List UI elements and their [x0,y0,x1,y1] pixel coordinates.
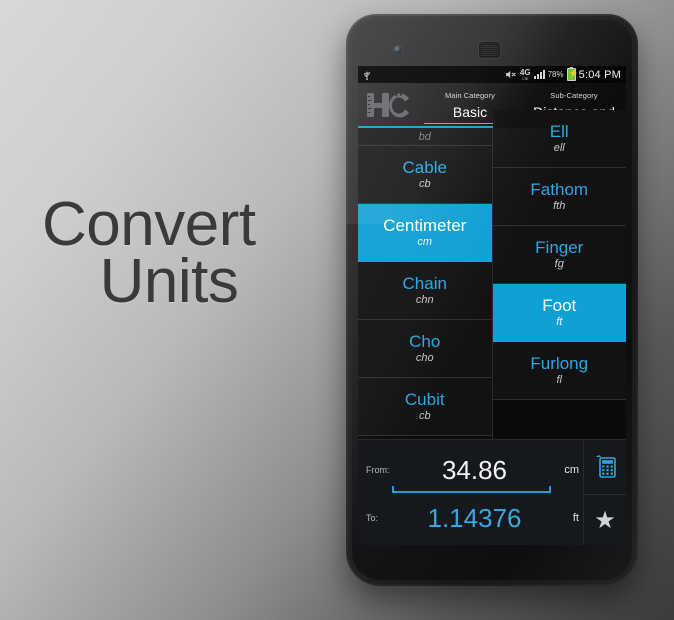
to-row: To: 1.14376 ft [358,494,583,542]
unit-list-item[interactable]: Furlong fl [492,342,626,400]
to-label: To: [366,513,379,523]
unit-abbreviation: ell [553,142,565,155]
battery-charging-icon: ⚡ [566,67,579,81]
unit-name: Chain [402,273,447,293]
app-promo-screenshot: Convert Units 4G LTE 78% ⚡ 5:04 PM Main … [0,0,674,620]
unit-abbreviation: chn [415,294,434,307]
conversion-fields: From: 34.86 cm To: 1.14376 ft [358,440,583,545]
unit-list-item[interactable]: Cubit cb [358,378,492,436]
unit-list-item[interactable]: Fathom fth [492,168,626,226]
unit-list-item[interactable]: Centimeter cm [358,204,492,262]
main-category-label: Main Category [444,91,496,101]
network-type-icon: 4G LTE [519,67,531,81]
calculator-icon [595,454,616,478]
light-sensor-icon [574,48,579,53]
status-clock: 5:04 PM [578,68,621,81]
unit-list-item[interactable]: Foot ft [492,284,626,342]
to-value-output: 1.14376 [427,503,522,533]
unit-name: Fathom [530,179,589,199]
unit-name: Foot [542,295,577,315]
unit-name: Cubit [404,389,445,409]
unit-name: Finger [535,237,584,257]
unit-list-right-column[interactable]: Ell ell Fathom fth Finger fg Foot ft Furlong fl [492,110,626,439]
unit-abbreviation: fth [553,200,566,213]
from-field-focus-underline [392,486,551,493]
signal-bars-icon [533,70,545,79]
conversion-panel: From: 34.86 cm To: 1.14376 ft ★ [358,439,626,545]
unit-list-item[interactable]: Chain chn [358,262,492,320]
unit-name: Cho [409,331,441,351]
unit-list[interactable]: bd Cable cb Centimeter cm Chain chn Cho cho Cubit… [358,110,626,439]
unit-abbreviation: cb [418,410,431,423]
calculator-button[interactable] [584,440,626,495]
hc-logo [358,83,418,126]
promo-line-1: Convert [42,190,256,259]
unit-name: Cable [402,157,447,177]
unit-abbreviation: cm [417,236,433,249]
mute-icon [506,70,516,79]
unit-list-item[interactable]: Cho cho [358,320,492,378]
from-row[interactable]: From: 34.86 cm [358,446,583,494]
conversion-actions: ★ [583,440,626,545]
battery-percent-label: 78% [547,70,564,79]
unit-abbreviation: ft [556,316,563,329]
unit-abbreviation: bd [418,131,431,143]
proximity-sensor-icon [560,48,565,53]
unit-list-item[interactable]: bd [358,128,492,146]
from-label: From: [366,465,390,475]
favorite-button[interactable]: ★ [584,495,626,546]
from-unit-label: cm [564,464,579,476]
promo-heading: Convert Units [42,190,304,317]
sub-category-label: Sub-Category [550,91,598,101]
unit-list-left-column[interactable]: bd Cable cb Centimeter cm Chain chn Cho cho Cubit… [358,128,493,439]
unit-abbreviation: cho [415,352,434,365]
usb-icon [364,71,370,80]
star-icon: ★ [594,507,616,535]
phone-screen: 4G LTE 78% ⚡ 5:04 PM Main Category Basic… [358,66,626,545]
unit-abbreviation: fg [554,258,564,271]
unit-list-item[interactable]: Finger fg [492,226,626,284]
main-category-value: Basic [452,104,488,119]
unit-list-item[interactable]: Cable cb [358,146,492,204]
status-bar: 4G LTE 78% ⚡ 5:04 PM [358,66,626,83]
unit-name: Centimeter [383,215,467,235]
front-camera-icon [394,46,402,54]
unit-name: Ell [549,121,569,141]
to-unit-label: ft [572,512,579,524]
unit-name: Furlong [530,353,589,373]
from-value-input[interactable]: 34.86 [392,457,557,483]
earpiece-speaker-icon [479,42,500,58]
unit-abbreviation: fl [556,374,563,387]
unit-list-item[interactable]: Ell ell [492,110,626,168]
unit-abbreviation: cb [418,178,431,191]
promo-line-2: Units [99,247,239,317]
phone-device: 4G LTE 78% ⚡ 5:04 PM Main Category Basic… [346,14,638,586]
